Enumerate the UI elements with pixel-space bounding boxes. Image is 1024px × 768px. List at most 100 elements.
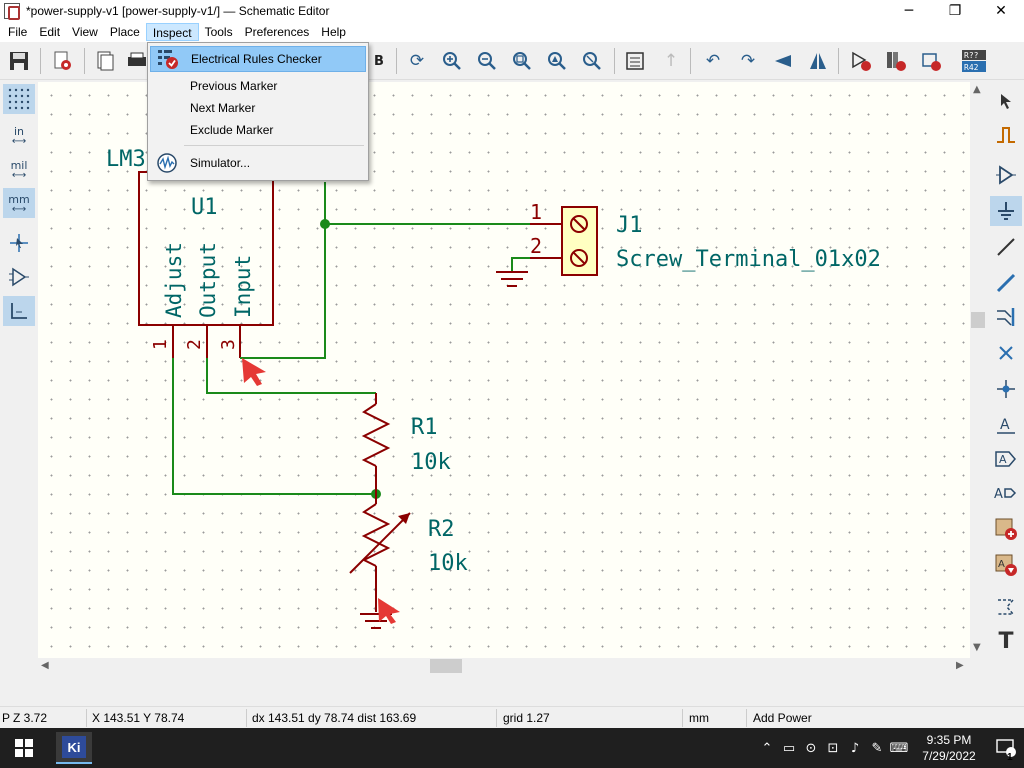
- windows-logo-icon: [15, 739, 33, 757]
- add-bus-button[interactable]: [990, 268, 1022, 298]
- j1-pin-number: 2: [530, 234, 542, 258]
- menu-item-label: Previous Marker: [190, 79, 278, 93]
- maximize-button[interactable]: ❐: [932, 0, 978, 22]
- bus-entry-button[interactable]: [990, 302, 1022, 332]
- menu-preferences[interactable]: Preferences: [239, 23, 316, 41]
- add-junction-button[interactable]: [990, 374, 1022, 404]
- full-crosshair-button[interactable]: [3, 228, 35, 258]
- notification-icon: [996, 739, 1016, 757]
- zoom-fit-icon[interactable]: [511, 50, 533, 72]
- wires[interactable]: [172, 182, 530, 495]
- menu-view[interactable]: View: [66, 23, 104, 41]
- import-sheet-pin-button[interactable]: A: [990, 550, 1022, 580]
- bus-icon: [996, 273, 1016, 293]
- network-icon[interactable]: ⊡: [822, 741, 844, 756]
- select-tool-button[interactable]: [990, 86, 1022, 116]
- battery-icon[interactable]: ▭: [778, 741, 800, 756]
- menu-item-simulator[interactable]: Simulator...: [150, 150, 366, 176]
- rotate-ccw-icon[interactable]: ↶: [702, 50, 724, 72]
- r1-value-label: 10k: [411, 450, 451, 475]
- add-sheet-button[interactable]: [990, 514, 1022, 544]
- minimize-button[interactable]: ─: [886, 0, 932, 22]
- global-label-icon: A: [995, 451, 1016, 467]
- add-power-button[interactable]: [990, 196, 1022, 226]
- chevron-up-icon[interactable]: ⌃: [756, 741, 778, 756]
- add-global-label-button[interactable]: A: [990, 444, 1022, 474]
- system-tray: ⌃ ▭ ⊙ ⊡ ♪ ✎ ⌨ 9:35 PM 7/29/2022 1: [756, 728, 1024, 768]
- mirror-vertical-icon[interactable]: [772, 50, 794, 72]
- ground-symbol[interactable]: [496, 271, 528, 287]
- menu-inspect[interactable]: Inspect: [145, 23, 199, 41]
- page-settings-icon[interactable]: [94, 50, 116, 72]
- inches-units-button[interactable]: in ⟷: [3, 120, 35, 150]
- j1-body[interactable]: [561, 206, 598, 276]
- add-text-button[interactable]: T: [990, 626, 1022, 656]
- add-hierarchical-label-button[interactable]: A: [990, 478, 1022, 508]
- grid-toggle-button[interactable]: [3, 84, 35, 114]
- clock[interactable]: 9:35 PM 7/29/2022: [910, 732, 988, 764]
- vertical-scrollbar[interactable]: ▲ ▼: [970, 82, 986, 658]
- menu-item-label: Simulator...: [190, 156, 251, 170]
- print-icon[interactable]: [126, 50, 148, 72]
- start-button[interactable]: [0, 728, 48, 768]
- mirror-horizontal-icon[interactable]: [807, 50, 829, 72]
- hidden-pins-button[interactable]: [3, 262, 35, 292]
- save-icon[interactable]: [8, 50, 30, 72]
- add-symbol-button[interactable]: [990, 160, 1022, 190]
- vertical-scroll-thumb[interactable]: [971, 312, 985, 328]
- highlight-net-icon: [997, 127, 1015, 143]
- rotate-cw-icon[interactable]: ↷: [737, 50, 759, 72]
- hierarchy-navigator-icon[interactable]: [624, 50, 646, 72]
- add-wire-button[interactable]: [990, 232, 1022, 262]
- menu-help[interactable]: Help: [315, 23, 352, 41]
- close-button[interactable]: ✕: [978, 0, 1024, 22]
- zoom-out-icon[interactable]: [476, 50, 498, 72]
- r1-body[interactable]: [361, 403, 391, 467]
- millimeters-units-button[interactable]: mm ⟷: [3, 188, 35, 218]
- menu-bar: File Edit View Place Inspect Tools Prefe…: [0, 22, 1024, 42]
- menu-file[interactable]: File: [2, 23, 33, 41]
- zoom-in-icon[interactable]: [441, 50, 463, 72]
- annotate-icon[interactable]: R?? R42: [960, 50, 988, 72]
- cursor-icon: [1001, 94, 1011, 109]
- add-graphic-polyline-button[interactable]: [990, 592, 1022, 622]
- footprint-assign-icon[interactable]: [920, 50, 942, 72]
- highlight-net-button[interactable]: [990, 120, 1022, 150]
- notifications-button[interactable]: 1: [988, 739, 1024, 763]
- pin-output-label: Output: [196, 242, 220, 318]
- menu-item-erc[interactable]: Electrical Rules Checker: [150, 46, 366, 72]
- r1-ref-label: R1: [411, 415, 438, 440]
- volume-icon[interactable]: ♪: [844, 741, 866, 756]
- line-mode-button[interactable]: [3, 296, 35, 326]
- pen-icon[interactable]: ✎: [866, 741, 888, 756]
- plot-icon[interactable]: B: [368, 50, 390, 72]
- no-connect-button[interactable]: [990, 338, 1022, 368]
- pin-number: 3: [218, 339, 239, 350]
- menu-item-exclude-marker[interactable]: Exclude Marker: [150, 117, 366, 143]
- kicad-app-icon: [4, 3, 20, 20]
- erc-marker[interactable]: [242, 358, 266, 386]
- redraw-icon[interactable]: ⟳: [406, 50, 428, 72]
- scroll-up-icon[interactable]: ▲: [973, 84, 981, 95]
- symbol-editor-icon[interactable]: [850, 50, 872, 72]
- scroll-down-icon[interactable]: ▼: [973, 642, 981, 653]
- horizontal-scrollbar[interactable]: ◀ ▶: [38, 658, 970, 674]
- zoom-objects-icon[interactable]: [546, 50, 568, 72]
- symbol-library-icon[interactable]: [885, 50, 907, 72]
- menu-place[interactable]: Place: [104, 23, 146, 41]
- schematic-setup-icon[interactable]: [52, 50, 74, 72]
- menu-edit[interactable]: Edit: [33, 23, 66, 41]
- menu-tools[interactable]: Tools: [199, 23, 239, 41]
- j1-value-label: Screw_Terminal_01x02: [616, 247, 881, 272]
- kicad-taskbar-button[interactable]: Ki: [56, 732, 92, 764]
- add-label-button[interactable]: A: [990, 410, 1022, 440]
- scroll-right-icon[interactable]: ▶: [956, 660, 964, 671]
- mils-units-button[interactable]: mil ⟷: [3, 154, 35, 184]
- windows-taskbar: Ki ⌃ ▭ ⊙ ⊡ ♪ ✎ ⌨ 9:35 PM 7/29/2022 1: [0, 728, 1024, 768]
- zoom-selection-icon[interactable]: [581, 50, 603, 72]
- scroll-left-icon[interactable]: ◀: [41, 660, 49, 671]
- horizontal-scroll-thumb[interactable]: [430, 659, 462, 673]
- location-icon[interactable]: ⊙: [800, 741, 822, 756]
- keyboard-icon[interactable]: ⌨: [888, 741, 910, 756]
- leave-sheet-icon[interactable]: ↑: [660, 50, 682, 72]
